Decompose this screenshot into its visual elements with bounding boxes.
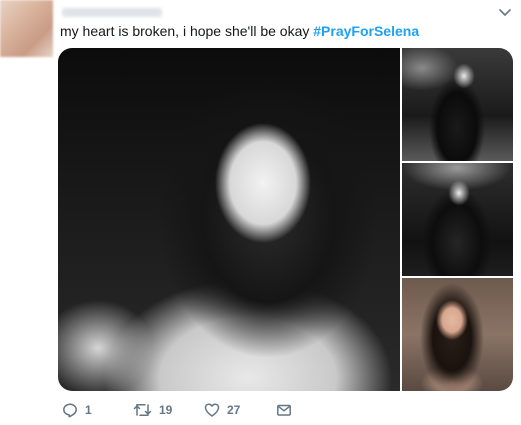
tweet-menu-button[interactable] — [497, 5, 513, 21]
media-grid — [58, 48, 513, 391]
chevron-down-icon — [499, 9, 511, 16]
photo-top-right[interactable] — [402, 48, 513, 161]
direct-message-button[interactable] — [276, 400, 292, 420]
like-count: 27 — [227, 403, 241, 417]
reply-count: 1 — [85, 403, 92, 417]
photo-main[interactable] — [58, 48, 400, 391]
retweet-button[interactable]: 19 — [133, 400, 172, 420]
heart-icon — [204, 403, 220, 417]
retweet-count: 19 — [159, 403, 173, 417]
author-name-redacted — [62, 8, 162, 17]
avatar[interactable] — [0, 0, 53, 57]
envelope-icon — [277, 404, 291, 416]
photo-middle-right[interactable] — [402, 163, 513, 276]
reply-icon — [63, 403, 77, 418]
tweet-text: my heart is broken, i hope she'll be oka… — [60, 22, 419, 40]
tweet-body: my heart is broken, i hope she'll be oka… — [60, 23, 310, 39]
photo-bottom-right[interactable] — [402, 278, 513, 391]
reply-button[interactable]: 1 — [62, 400, 92, 420]
tweet-actions: 1 19 27 — [60, 400, 520, 420]
retweet-icon — [133, 404, 152, 416]
like-button[interactable]: 27 — [204, 400, 240, 420]
hashtag-link[interactable]: #PrayForSelena — [313, 23, 419, 39]
